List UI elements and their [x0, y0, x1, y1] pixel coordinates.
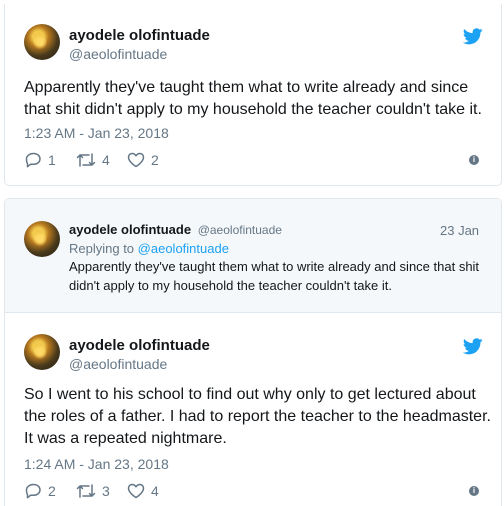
- thread-card[interactable]: ayodele olofintuade @aeolofintuade 23 Ja…: [4, 198, 502, 506]
- author-handle[interactable]: @aeolofintuade: [69, 356, 167, 372]
- twitter-bird-icon[interactable]: [463, 28, 483, 45]
- avatar[interactable]: [24, 334, 60, 370]
- twitter-bird-icon[interactable]: [463, 338, 483, 355]
- tweet-text: Apparently they've taught them what to w…: [24, 79, 482, 118]
- parent-tweet[interactable]: ayodele olofintuade @aeolofintuade 23 Ja…: [5, 199, 501, 313]
- retweet-button[interactable]: 3: [76, 482, 110, 500]
- author-name[interactable]: ayodele olofintuade: [69, 337, 210, 354]
- author-handle[interactable]: @aeolofintuade: [69, 46, 167, 62]
- reply-icon: [25, 152, 41, 168]
- tweet-timestamp[interactable]: 1:23 AM - Jan 23, 2018: [24, 125, 169, 141]
- like-count: 4: [151, 483, 159, 499]
- reply-count: 2: [48, 483, 56, 499]
- parent-author-name-text[interactable]: ayodele olofintuade: [69, 222, 191, 237]
- reply-icon: [25, 483, 41, 499]
- replying-to-line: Replying to @aeolofintuade: [69, 241, 229, 256]
- retweet-count: 4: [102, 152, 110, 168]
- retweet-count: 3: [102, 483, 110, 499]
- retweet-icon: [76, 153, 96, 167]
- author-name[interactable]: ayodele olofintuade: [69, 27, 210, 44]
- heart-icon: [127, 483, 145, 499]
- reply-count: 1: [48, 152, 56, 168]
- avatar[interactable]: [24, 221, 60, 257]
- tweet-text: So I went to his school to find out why …: [24, 386, 491, 447]
- retweet-icon: [76, 484, 96, 498]
- reply-button[interactable]: 1: [25, 151, 56, 169]
- reply-button[interactable]: 2: [25, 482, 56, 500]
- info-icon[interactable]: i: [469, 486, 479, 496]
- tweet-timestamp[interactable]: 1:24 AM - Jan 23, 2018: [24, 456, 169, 472]
- parent-author-name[interactable]: ayodele olofintuade @aeolofintuade: [69, 222, 282, 237]
- like-button[interactable]: 2: [127, 151, 159, 169]
- like-count: 2: [151, 152, 159, 168]
- replying-to-handle[interactable]: @aeolofintuade: [138, 241, 229, 256]
- like-button[interactable]: 4: [127, 482, 159, 500]
- avatar[interactable]: [24, 24, 60, 60]
- tweet-card[interactable]: ayodele olofintuade @aeolofintuade Appar…: [4, 4, 502, 186]
- info-icon[interactable]: i: [469, 155, 479, 165]
- parent-author-handle[interactable]: @aeolofintuade: [198, 223, 282, 237]
- retweet-button[interactable]: 4: [76, 151, 110, 169]
- parent-date[interactable]: 23 Jan: [440, 223, 479, 238]
- parent-tweet-text: Apparently they've taught them what to w…: [69, 259, 480, 293]
- replying-to-label: Replying to: [69, 241, 135, 256]
- heart-icon: [127, 152, 145, 168]
